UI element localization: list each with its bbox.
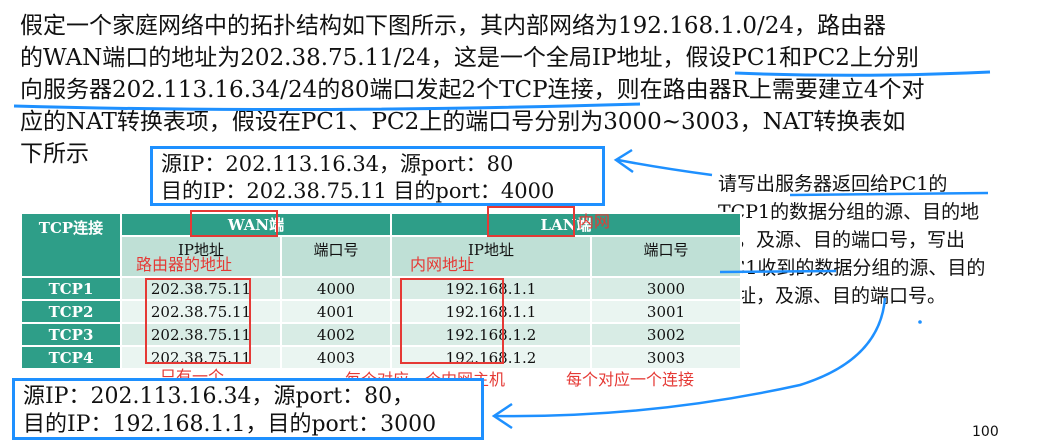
underline-2 bbox=[13, 102, 641, 112]
arrow-bottom bbox=[495, 297, 887, 418]
underline-1 bbox=[734, 70, 991, 77]
underline-3 bbox=[789, 191, 989, 197]
page-number: 100 bbox=[972, 424, 999, 440]
dot-mark bbox=[918, 320, 922, 324]
underline-4 bbox=[719, 269, 837, 274]
annotation-overlay bbox=[13, 70, 991, 430]
